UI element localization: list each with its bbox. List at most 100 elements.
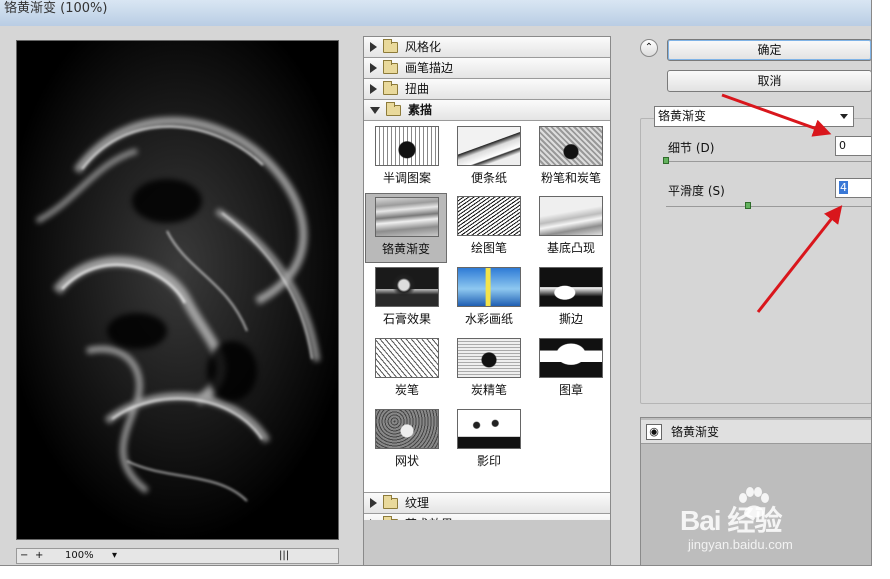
zoom-dropdown-icon[interactable]: ▾	[112, 550, 117, 561]
thumbnail-label: 基底凸现	[546, 241, 595, 255]
scrollbar-grip-icon[interactable]: |||	[279, 550, 289, 561]
detail-input[interactable]: 0	[835, 136, 871, 156]
thumb-charcoal[interactable]: 炭笔	[366, 335, 448, 405]
category-label: 风格化	[405, 39, 442, 54]
zoom-in-button[interactable]: +	[35, 550, 43, 561]
title-bar: 铬黄渐变 (100%)	[0, 0, 871, 26]
thumbnail-label: 绘图笔	[470, 241, 507, 255]
smoothness-value: 4	[839, 181, 848, 194]
category-stylize[interactable]: 风格化	[364, 37, 610, 58]
expand-arrow-icon	[370, 498, 377, 508]
eye-icon[interactable]: ◉	[646, 424, 662, 440]
effect-layer-row[interactable]: ◉ 铬黄渐变	[641, 420, 871, 444]
thumb-chrome[interactable]: 铬黄渐变	[365, 193, 447, 263]
thumb-chalk-charcoal[interactable]: 粉笔和炭笔	[530, 123, 612, 193]
folder-icon	[383, 80, 398, 95]
preview-image[interactable]	[16, 40, 339, 540]
thumbnail-label: 铬黄渐变	[381, 242, 430, 256]
filter-list: 风格化 画笔描边 扭曲 素描 半调图案 便条纸 粉笔和炭笔 铬黄渐变 绘图笔 基…	[363, 36, 611, 565]
thumbnail-label: 水彩画纸	[464, 312, 513, 326]
thumbnail-label: 便条纸	[470, 171, 507, 185]
collapse-gallery-icon[interactable]: ⌃	[640, 39, 658, 57]
preview-pane: − + 100% ▾ |||	[6, 26, 359, 565]
watermark-site: jingyan.baidu.com	[688, 537, 793, 552]
smoothness-slider-knob[interactable]	[745, 202, 752, 209]
thumbnail-image	[375, 267, 439, 307]
expand-arrow-icon	[370, 84, 377, 94]
settings-panel: ⌃ 确定 取消 铬黄渐变 细节 (D) 0 平滑度 (S) 4 ◉ 铬黄渐变	[624, 26, 871, 565]
list-empty-area	[364, 520, 610, 565]
ok-button[interactable]: 确定	[667, 39, 871, 61]
thumbnail-image	[375, 338, 439, 378]
category-texture[interactable]: 纹理	[364, 493, 610, 514]
thumbnail-label: 粉笔和炭笔	[540, 171, 601, 185]
thumb-reticulation[interactable]: 网状	[366, 406, 448, 476]
thumb-note-paper[interactable]: 便条纸	[448, 123, 530, 193]
thumb-torn-edges[interactable]: 撕边	[530, 264, 612, 334]
detail-slider-track[interactable]	[666, 161, 871, 162]
zoom-level[interactable]: 100%	[65, 550, 94, 561]
thumbnail-label: 炭精笔	[470, 383, 507, 397]
cancel-button[interactable]: 取消	[667, 70, 871, 92]
thumbnail-image	[457, 267, 521, 307]
thumb-bas-relief[interactable]: 基底凸现	[530, 193, 612, 263]
thumbnail-image	[375, 197, 439, 237]
thumbnail-label: 影印	[476, 454, 501, 468]
thumbnail-image	[457, 126, 521, 166]
thumbnail-label: 撕边	[558, 312, 583, 326]
thumb-photocopy[interactable]: 影印	[448, 406, 530, 476]
detail-label: 细节 (D)	[668, 141, 715, 155]
category-distort[interactable]: 扭曲	[364, 79, 610, 100]
thumbnail-image	[539, 338, 603, 378]
category-label: 扭曲	[405, 81, 430, 96]
thumbnail-label: 石膏效果	[382, 312, 431, 326]
detail-value: 0	[839, 139, 846, 152]
thumb-halftone-pattern[interactable]: 半调图案	[366, 123, 448, 193]
effect-layer-name: 铬黄渐变	[671, 425, 720, 439]
watermark-brand: Bai 经验	[680, 505, 782, 536]
baidu-watermark: Bai 经验 jingyan.baidu.com	[680, 487, 870, 557]
category-brush-strokes[interactable]: 画笔描边	[364, 58, 610, 79]
collapse-arrow-icon	[370, 106, 380, 114]
smoothness-slider-track[interactable]	[666, 206, 871, 207]
thumb-plaster[interactable]: 石膏效果	[366, 264, 448, 334]
thumb-water-paper[interactable]: 水彩画纸	[448, 264, 530, 334]
thumbnail-image	[375, 126, 439, 166]
folder-icon	[383, 494, 398, 509]
detail-slider-knob[interactable]	[663, 157, 669, 164]
expand-arrow-icon	[370, 42, 377, 52]
thumbnail-label: 炭笔	[394, 383, 419, 397]
category-label: 画笔描边	[405, 60, 454, 75]
category-label: 纹理	[405, 495, 430, 510]
thumbnail-label: 半调图案	[382, 171, 431, 185]
smoothness-label: 平滑度 (S)	[668, 184, 725, 198]
filter-select[interactable]: 铬黄渐变	[654, 106, 854, 127]
window-title: 铬黄渐变 (100%)	[4, 1, 108, 16]
zoom-out-button[interactable]: −	[20, 550, 28, 561]
expand-arrow-icon	[370, 63, 377, 73]
folder-icon	[383, 38, 398, 53]
thumbnail-image	[457, 338, 521, 378]
thumb-graphic-pen[interactable]: 绘图笔	[448, 193, 530, 263]
thumbnail-image	[539, 196, 603, 236]
folder-open-icon	[386, 101, 401, 116]
zoom-bar: − + 100% ▾ |||	[16, 548, 339, 564]
thumb-conte-crayon[interactable]: 炭精笔	[448, 335, 530, 405]
sketch-thumbnails: 半调图案 便条纸 粉笔和炭笔 铬黄渐变 绘图笔 基底凸现 石膏效果 水彩画纸 撕…	[364, 121, 610, 493]
thumb-stamp[interactable]: 图章	[530, 335, 612, 405]
category-label: 素描	[408, 102, 433, 117]
category-sketch[interactable]: 素描	[364, 100, 610, 121]
folder-icon	[383, 59, 398, 74]
smoothness-input[interactable]: 4	[835, 178, 871, 198]
thumbnail-image	[457, 196, 521, 236]
filter-select-value: 铬黄渐变	[658, 109, 707, 123]
thumbnail-image	[539, 267, 603, 307]
thumbnail-label: 网状	[394, 454, 419, 468]
thumbnail-image	[539, 126, 603, 166]
filter-gallery-window: 铬黄渐变 (100%) − + 100% ▾ ||| 风格化 画笔描边 扭曲 素…	[0, 0, 872, 566]
chevron-down-icon	[840, 114, 848, 119]
thumbnail-image	[457, 409, 521, 449]
thumbnail-image	[375, 409, 439, 449]
chrome-effect-render	[17, 41, 338, 539]
thumbnail-label: 图章	[558, 383, 583, 397]
